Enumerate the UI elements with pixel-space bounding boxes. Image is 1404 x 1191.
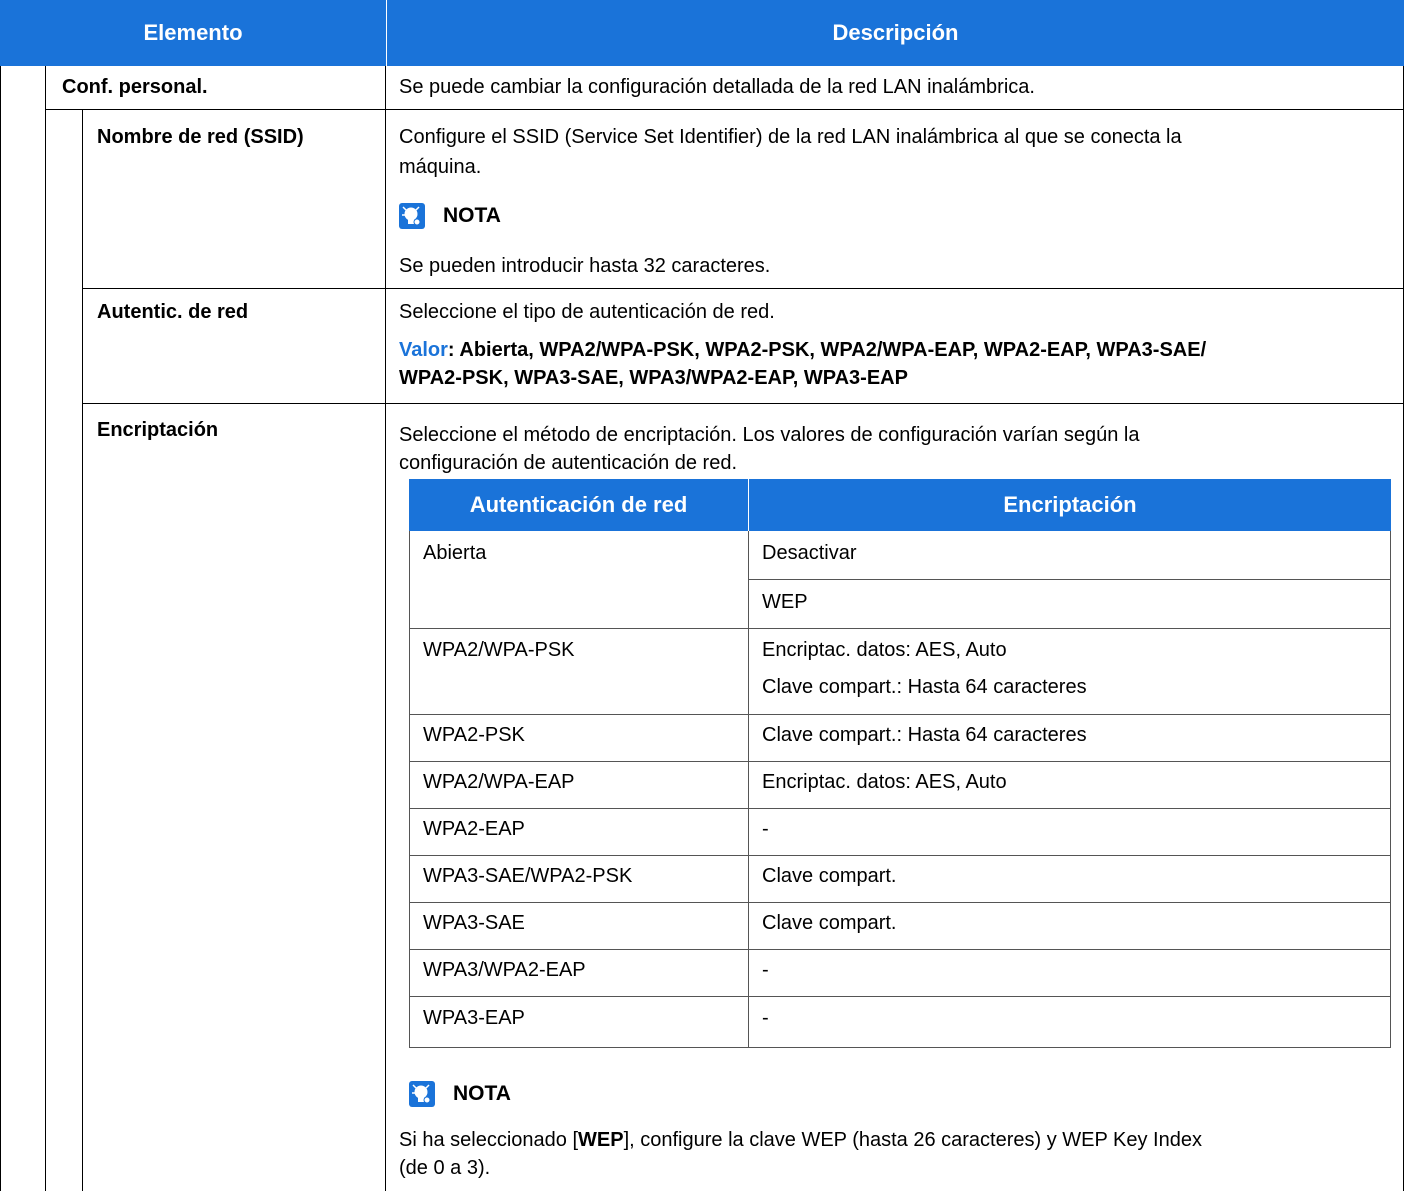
note-title-ssid: NOTA (443, 204, 501, 227)
table-cell-enc: Clave compart. (762, 912, 897, 934)
inner-border-bottom (409, 1047, 1391, 1048)
note-text-enc-line2: (de 0 a 3). (399, 1157, 491, 1179)
table-cell-enc: Clave compart. (762, 865, 897, 887)
inner-border-left (409, 531, 410, 1048)
note-text-post: ], configure la clave WEP (hasta 26 cara… (623, 1129, 1202, 1151)
indent-line-2 (82, 109, 83, 1191)
column-divider (385, 66, 386, 1191)
inner-sep-4 (409, 761, 1391, 762)
table-cell-enc: - (762, 1007, 769, 1029)
row-sep-ssid (82, 288, 1404, 289)
table-cell-auth: WPA2/WPA-PSK (423, 639, 575, 661)
inner-sep-1 (748, 579, 1391, 580)
table-cell-enc: Encriptac. datos: AES, Auto (762, 639, 1007, 661)
auth-value-list-1: : Abierta, WPA2/WPA-PSK, WPA2-PSK, WPA2/… (447, 339, 1207, 361)
inner-sep-9 (409, 996, 1391, 997)
inner-header-enc: Encriptación (748, 479, 1391, 531)
row-desc-ssid-line2: máquina. (399, 156, 482, 178)
table-cell-auth: WPA3-SAE/WPA2-PSK (423, 865, 633, 887)
indent-line-1 (45, 66, 46, 1191)
table-cell-enc: Encriptac. datos: AES, Auto (762, 771, 1007, 793)
inner-sep-6 (409, 855, 1391, 856)
header-col-descripcion: Descripción (386, 0, 1404, 66)
table-cell-auth: WPA2-PSK (423, 724, 525, 746)
row-sep-auth (82, 403, 1404, 404)
inner-sep-7 (409, 902, 1391, 903)
row-desc-conf-personal: Se puede cambiar la configuración detall… (399, 76, 1035, 98)
row-desc-ssid-line1: Configure el SSID (Service Set Identifie… (399, 126, 1182, 148)
row-label-conf-personal: Conf. personal. (62, 76, 208, 98)
table-cell-auth: Abierta (423, 542, 487, 564)
inner-sep-2 (409, 628, 1391, 629)
row-desc-enc-line1: Seleccione el método de encriptación. Lo… (399, 424, 1140, 446)
table-cell-enc: Clave compart.: Hasta 64 caracteres (762, 724, 1087, 746)
table-cell-auth: WPA2/WPA-EAP (423, 771, 575, 793)
note-title-enc: NOTA (453, 1082, 511, 1105)
inner-sep-3 (409, 714, 1391, 715)
table-cell-enc: - (762, 818, 769, 840)
header-col-elemento: Elemento (0, 0, 386, 66)
table-cell-enc: Desactivar (762, 542, 857, 564)
note-text-wep: WEP (578, 1129, 624, 1151)
table-cell-auth: WPA2-EAP (423, 818, 525, 840)
inner-sep-5 (409, 808, 1391, 809)
row-desc-enc-line2: configuración de autenticación de red. (399, 452, 738, 474)
note-text-pre: Si ha seleccionado [ (399, 1129, 579, 1151)
inner-header-auth: Autenticación de red (409, 479, 748, 531)
auth-value-line2: WPA2-PSK, WPA3-SAE, WPA3/WPA2-EAP, WPA3-… (399, 367, 908, 389)
inner-border-right (1390, 531, 1391, 1048)
row-label-ssid: Nombre de red (SSID) (97, 126, 304, 148)
table-cell-enc: WEP (762, 591, 808, 613)
row-desc-auth: Seleccione el tipo de autenticación de r… (399, 301, 775, 323)
note-text-enc-line1: Si ha seleccionado [WEP], configure la c… (399, 1126, 1202, 1154)
row-sep-conf (45, 109, 1404, 110)
table-border-left (0, 66, 1, 1191)
lightbulb-note-icon (409, 1081, 435, 1107)
table-cell-auth: WPA3/WPA2-EAP (423, 959, 586, 981)
auth-value-line1: Valor: Abierta, WPA2/WPA-PSK, WPA2-PSK, … (399, 336, 1206, 364)
table-cell-auth: WPA3-EAP (423, 1007, 525, 1029)
table-cell-auth: WPA3-SAE (423, 912, 525, 934)
auth-value-label: Valor (399, 339, 448, 361)
row-label-encriptacion: Encriptación (97, 419, 219, 441)
row-label-auth: Autentic. de red (97, 301, 249, 323)
lightbulb-note-icon (399, 203, 425, 229)
inner-col-divider (748, 531, 749, 1048)
note-text-ssid: Se pueden introducir hasta 32 caracteres… (399, 255, 771, 277)
table-cell-enc: Clave compart.: Hasta 64 caracteres (762, 676, 1087, 698)
inner-sep-8 (409, 949, 1391, 950)
table-cell-enc: - (762, 959, 769, 981)
